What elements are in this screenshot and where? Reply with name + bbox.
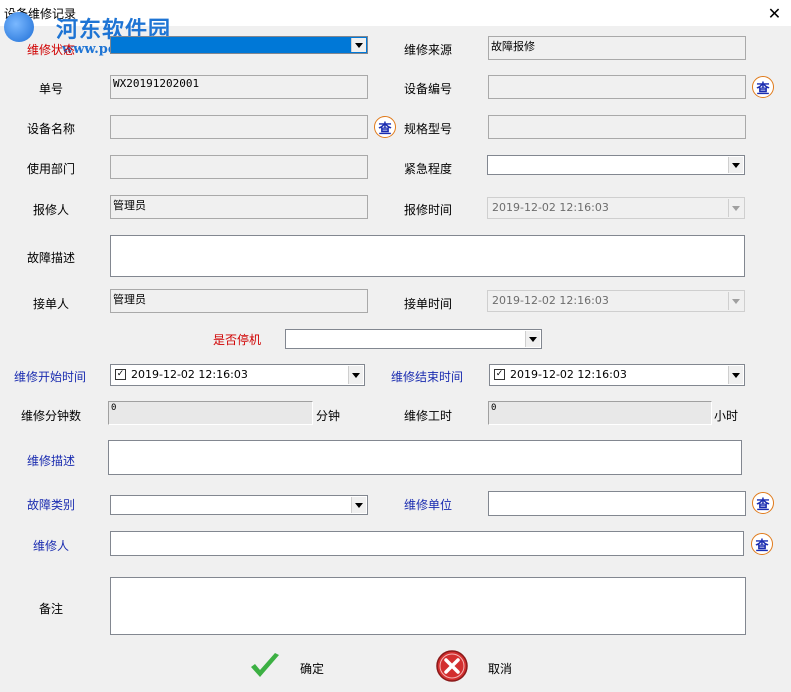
repairer-label: 维修人	[33, 539, 70, 553]
repair-start-label: 维修开始时间	[14, 370, 87, 384]
report-time-picker: 2019-12-02 12:16:03	[487, 197, 745, 219]
repair-desc-textarea[interactable]	[108, 440, 742, 475]
repair-end-label: 维修结束时间	[391, 370, 464, 384]
repair-start-value: 2019-12-02 12:16:03	[131, 368, 248, 381]
repairer-field[interactable]	[110, 531, 744, 556]
ok-label[interactable]: 确定	[300, 660, 324, 677]
equipment-name-field	[110, 115, 368, 139]
repair-desc-label: 维修描述	[27, 454, 76, 468]
shutdown-select[interactable]	[285, 329, 542, 349]
cancel-button[interactable]	[435, 649, 469, 683]
receive-time-picker: 2019-12-02 12:16:03	[487, 290, 745, 312]
repair-hours-field[interactable]: 0	[488, 401, 712, 425]
repair-source-field: 故障报修	[488, 36, 746, 60]
repair-end-checkbox[interactable]: ✓	[494, 369, 505, 380]
order-no-label: 单号	[39, 82, 64, 96]
fault-desc-textarea[interactable]	[110, 235, 745, 277]
close-button[interactable]: ✕	[758, 0, 791, 26]
urgency-select[interactable]	[487, 155, 745, 175]
receive-time-value: 2019-12-02 12:16:03	[492, 294, 609, 307]
chevron-down-icon	[728, 292, 743, 310]
repair-end-picker[interactable]: ✓ 2019-12-02 12:16:03	[489, 364, 745, 386]
chevron-down-icon	[728, 199, 743, 217]
equipment-name-label: 设备名称	[27, 122, 76, 136]
chevron-down-icon[interactable]	[728, 157, 743, 173]
reporter-field: 管理员	[110, 195, 368, 219]
chevron-down-icon[interactable]	[728, 366, 743, 384]
repair-unit-lookup-icon[interactable]: 查	[752, 492, 774, 514]
repair-start-picker[interactable]: ✓ 2019-12-02 12:16:03	[110, 364, 365, 386]
department-label: 使用部门	[27, 162, 76, 176]
receive-time-label: 接单时间	[404, 297, 453, 311]
cancel-label[interactable]: 取消	[488, 660, 512, 677]
repair-minutes-label: 维修分钟数	[21, 409, 82, 423]
repair-minutes-field[interactable]: 0	[108, 401, 313, 425]
spec-model-field	[488, 115, 746, 139]
repair-status-label: 维修状态	[27, 43, 76, 57]
cancel-icon	[436, 650, 468, 682]
shutdown-label: 是否停机	[213, 333, 262, 347]
repair-minutes-unit: 分钟	[316, 409, 341, 423]
chevron-down-icon[interactable]	[351, 38, 366, 52]
order-no-field: WX20191202001	[110, 75, 368, 99]
equipment-no-lookup-icon[interactable]: 查	[752, 76, 774, 98]
repair-status-select[interactable]	[110, 36, 368, 54]
watermark-logo-icon	[4, 12, 34, 42]
remarks-textarea[interactable]	[110, 577, 746, 635]
repair-hours-label: 维修工时	[404, 409, 453, 423]
remarks-label: 备注	[39, 602, 64, 616]
repair-hours-unit: 小时	[714, 409, 739, 423]
repair-unit-field[interactable]	[488, 491, 746, 516]
fault-category-label: 故障类别	[27, 498, 76, 512]
chevron-down-icon[interactable]	[525, 331, 540, 347]
report-time-label: 报修时间	[404, 203, 453, 217]
reporter-label: 报修人	[33, 203, 70, 217]
receiver-field: 管理员	[110, 289, 368, 313]
equipment-no-label: 设备编号	[404, 82, 453, 96]
fault-desc-label: 故障描述	[27, 251, 76, 265]
checkmark-icon	[251, 653, 279, 677]
fault-category-select[interactable]	[110, 495, 368, 515]
chevron-down-icon[interactable]	[348, 366, 363, 384]
department-field	[110, 155, 368, 179]
ok-button[interactable]	[248, 649, 282, 683]
repair-source-label: 维修来源	[404, 43, 453, 57]
repair-start-checkbox[interactable]: ✓	[115, 369, 126, 380]
chevron-down-icon[interactable]	[351, 497, 366, 513]
spec-model-label: 规格型号	[404, 122, 453, 136]
urgency-label: 紧急程度	[404, 162, 453, 176]
report-time-value: 2019-12-02 12:16:03	[492, 201, 609, 214]
receiver-label: 接单人	[33, 297, 70, 311]
repairer-lookup-icon[interactable]: 查	[751, 533, 773, 555]
equipment-no-field	[488, 75, 746, 99]
equipment-name-lookup-icon[interactable]: 查	[374, 116, 396, 138]
repair-end-value: 2019-12-02 12:16:03	[510, 368, 627, 381]
repair-unit-label: 维修单位	[404, 498, 453, 512]
